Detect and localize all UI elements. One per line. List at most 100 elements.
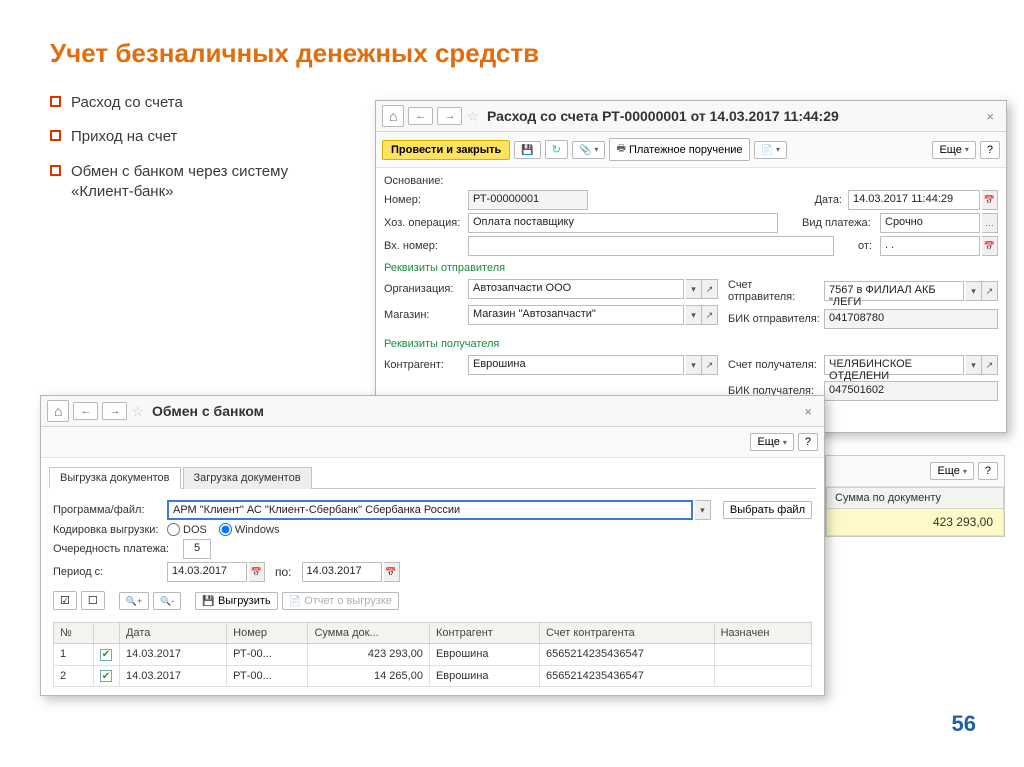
col-sum[interactable]: Сумма док...	[308, 623, 429, 644]
col-num[interactable]: Номер	[227, 623, 308, 644]
col-purp[interactable]: Назначен	[714, 623, 811, 644]
incnum-field[interactable]	[468, 236, 834, 256]
forward-button[interactable]	[102, 402, 127, 420]
back-button[interactable]	[408, 107, 433, 125]
dd-icon[interactable]: ▾	[686, 305, 702, 325]
uncheck-all-button[interactable]: ☐	[81, 591, 105, 610]
choose-file-button[interactable]: Выбрать файл	[723, 501, 812, 519]
receiver-group: Реквизиты получателя	[384, 338, 998, 350]
close-button[interactable]: ×	[980, 109, 1000, 124]
program-field[interactable]: АРМ "Клиент" АС "Клиент-Сбербанк" Сберба…	[167, 500, 693, 520]
save-button[interactable]	[514, 141, 540, 159]
contr-field[interactable]: Еврошина	[468, 355, 684, 375]
program-label: Программа/файл:	[53, 504, 165, 516]
dd-icon[interactable]: ▾	[686, 355, 702, 375]
col-contr[interactable]: Контрагент	[429, 623, 539, 644]
open-icon[interactable]: ↗	[982, 281, 998, 301]
clip-button[interactable]	[572, 141, 605, 159]
bullet-icon	[50, 130, 61, 141]
col-acc[interactable]: Счет контрагента	[539, 623, 714, 644]
home-icon	[389, 108, 397, 124]
arrow-right-icon	[444, 110, 455, 122]
zoom-out-button[interactable]	[153, 592, 181, 610]
check-all-button[interactable]: ☑	[53, 591, 77, 610]
star-icon[interactable]: ☆	[131, 403, 144, 420]
date-to-field[interactable]: 14.03.2017	[302, 562, 382, 582]
col-date[interactable]: Дата	[120, 623, 227, 644]
more-button[interactable]: Еще	[930, 462, 973, 480]
sbik-label: БИК отправителя:	[728, 313, 822, 325]
open-icon[interactable]: ↗	[702, 279, 718, 299]
org-field[interactable]: Автозапчасти ООО	[468, 279, 684, 299]
op-label: Хоз. операция:	[384, 217, 466, 229]
help-button[interactable]: ?	[798, 433, 818, 451]
back-button[interactable]	[73, 402, 98, 420]
bullet-list: Расход со счета Приход на счет Обмен с б…	[50, 93, 350, 202]
help-button[interactable]: ?	[978, 462, 998, 480]
sum-header: Сумма по документу	[826, 487, 1004, 509]
home-button[interactable]	[47, 400, 69, 422]
tab-export[interactable]: Выгрузка документов	[49, 467, 181, 489]
table-row[interactable]: 2 14.03.2017 РТ-00... 14 265,00 Еврошина…	[54, 665, 812, 687]
cell-sum: 14 265,00	[308, 665, 429, 687]
report-dd-button[interactable]	[754, 141, 787, 159]
cell-num: РТ-00...	[227, 644, 308, 666]
export-button[interactable]: Выгрузить	[195, 592, 277, 610]
date-picker-icon[interactable]: 📅	[982, 190, 998, 210]
star-icon[interactable]: ☆	[466, 108, 479, 125]
open-icon[interactable]: ↗	[982, 355, 998, 375]
radio-label: DOS	[183, 524, 207, 536]
submit-close-button[interactable]: Провести и закрыть	[382, 140, 510, 160]
zoom-in-button[interactable]	[119, 592, 149, 610]
priority-field[interactable]: 5	[183, 539, 211, 559]
number-label: Номер:	[384, 194, 466, 206]
col-n[interactable]: №	[54, 623, 94, 644]
sacc-label: Счет отправителя:	[728, 279, 822, 303]
arrow-left-icon	[415, 110, 426, 122]
report-button[interactable]: Отчет о выгрузке	[282, 592, 399, 610]
bullet-label: Расход со счета	[71, 93, 183, 113]
save-icon	[202, 595, 214, 607]
priority-label: Очередность платежа:	[53, 543, 181, 555]
encoding-label: Кодировка выгрузки:	[53, 524, 165, 536]
more-button[interactable]: Еще	[750, 433, 793, 451]
encoding-dos-radio[interactable]: DOS	[167, 523, 207, 536]
racc-field[interactable]: ЧЕЛЯБИНСКОЕ ОТДЕЛЕНИ	[824, 355, 964, 375]
ptype-picker-icon[interactable]: …	[982, 213, 998, 233]
table-row[interactable]: 1 14.03.2017 РТ-00... 423 293,00 Еврошин…	[54, 644, 812, 666]
zoom-minus-icon	[160, 595, 174, 607]
home-button[interactable]	[382, 105, 404, 127]
cal-icon[interactable]: 📅	[384, 562, 400, 582]
sacc-field[interactable]: 7567 в ФИЛИАЛ АКБ "ЛЕГИ	[824, 281, 964, 301]
dd-icon[interactable]: ▾	[966, 355, 982, 375]
dd-icon[interactable]: ▾	[695, 500, 711, 520]
print-payorder-button[interactable]: Платежное поручение	[609, 138, 749, 161]
number-field: РТ-00000001	[468, 190, 588, 210]
col-check[interactable]	[94, 623, 120, 644]
bullet-icon	[50, 96, 61, 107]
encoding-win-radio[interactable]: Windows	[219, 523, 280, 536]
tab-import[interactable]: Загрузка документов	[183, 467, 312, 489]
more-button[interactable]: Еще	[932, 141, 975, 159]
dd-icon[interactable]: ▾	[686, 279, 702, 299]
row-checkbox[interactable]	[100, 649, 112, 661]
dd-icon[interactable]: ▾	[966, 281, 982, 301]
op-field[interactable]: Оплата поставщику	[468, 213, 778, 233]
help-button[interactable]: ?	[980, 141, 1000, 159]
from-label: от:	[858, 240, 878, 252]
cal-icon[interactable]: 📅	[249, 562, 265, 582]
from-field[interactable]: . .	[880, 236, 980, 256]
close-button[interactable]: ×	[798, 404, 818, 419]
date-from-field[interactable]: 14.03.2017	[167, 562, 247, 582]
open-icon[interactable]: ↗	[702, 305, 718, 325]
date-field[interactable]: 14.03.2017 11:44:29	[848, 190, 980, 210]
shop-field[interactable]: Магазин "Автозапчасти"	[468, 305, 684, 325]
ptype-field[interactable]: Срочно	[880, 213, 980, 233]
forward-button[interactable]	[437, 107, 462, 125]
open-icon[interactable]: ↗	[702, 355, 718, 375]
refresh-button[interactable]	[545, 140, 568, 159]
cell-acc: 6565214235436547	[539, 644, 714, 666]
cell-n: 1	[54, 644, 94, 666]
from-picker-icon[interactable]: 📅	[982, 236, 998, 256]
row-checkbox[interactable]	[100, 670, 112, 682]
